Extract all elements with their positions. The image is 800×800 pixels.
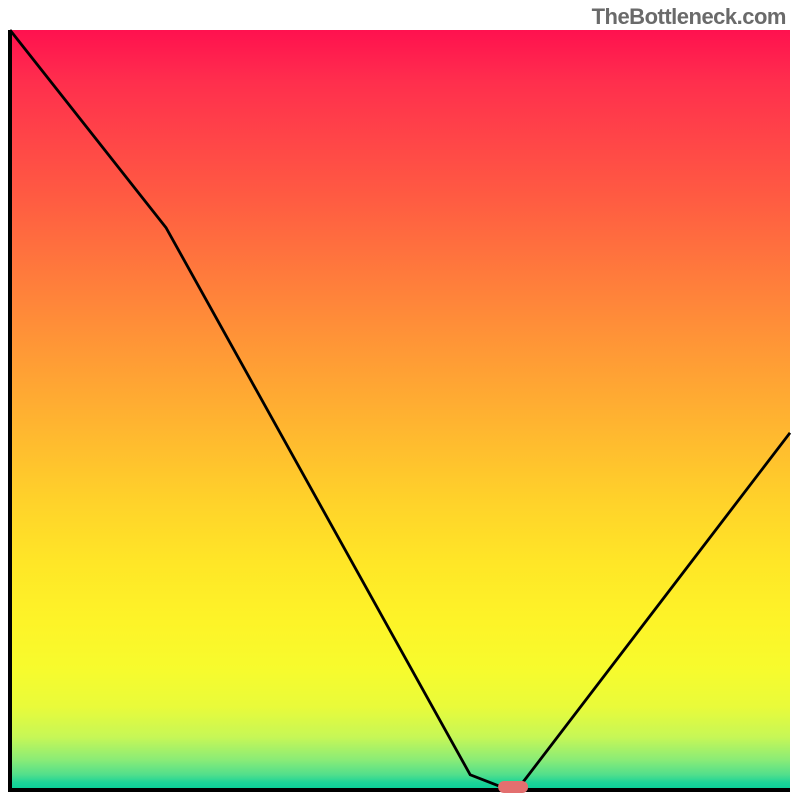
- plot-gradient-background: [10, 30, 790, 790]
- watermark-text: TheBottleneck.com: [592, 4, 786, 30]
